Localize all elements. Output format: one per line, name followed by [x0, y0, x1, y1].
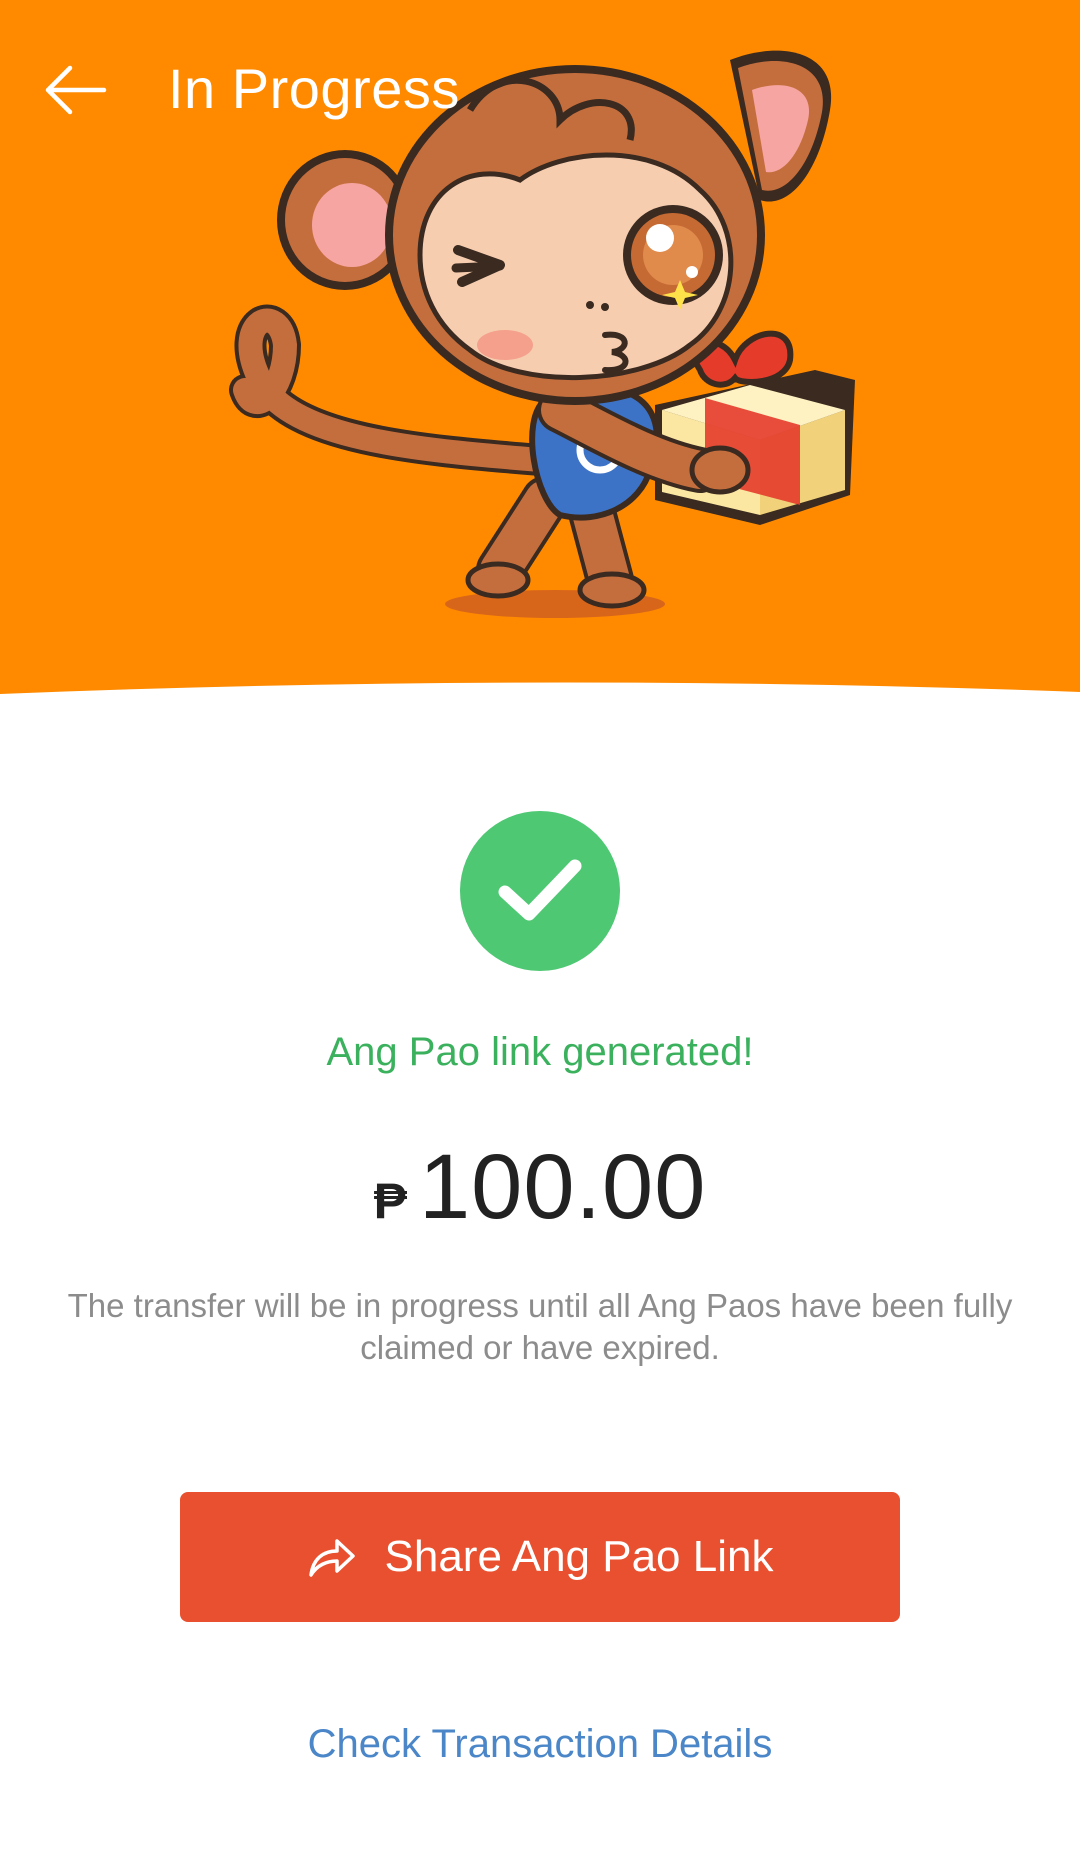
share-button-label: Share Ang Pao Link — [384, 1532, 774, 1581]
success-badge — [460, 811, 620, 971]
arrow-left-icon — [45, 65, 107, 115]
back-button[interactable] — [30, 50, 120, 130]
amount-display: ₱ 100.00 — [0, 1135, 1080, 1240]
amount-value: 100.00 — [418, 1136, 707, 1238]
checkmark-icon — [498, 859, 582, 921]
share-ang-pao-link-button[interactable]: Share Ang Pao Link — [180, 1492, 900, 1622]
check-transaction-details-link[interactable]: Check Transaction Details — [0, 1722, 1080, 1767]
status-message: Ang Pao link generated! — [326, 1030, 754, 1074]
hero-banner — [0, 0, 1080, 730]
monkey-holding-gift-illustration — [0, 0, 1080, 694]
ang-pao-status-screen: In Progress Ang Pao link generated! ₱ 10… — [0, 0, 1080, 1850]
transfer-note: The transfer will be in progress until a… — [67, 1287, 1013, 1366]
share-arrow-icon — [307, 1535, 357, 1579]
page-title: In Progress — [168, 57, 460, 120]
currency-symbol: ₱ — [373, 1173, 407, 1229]
